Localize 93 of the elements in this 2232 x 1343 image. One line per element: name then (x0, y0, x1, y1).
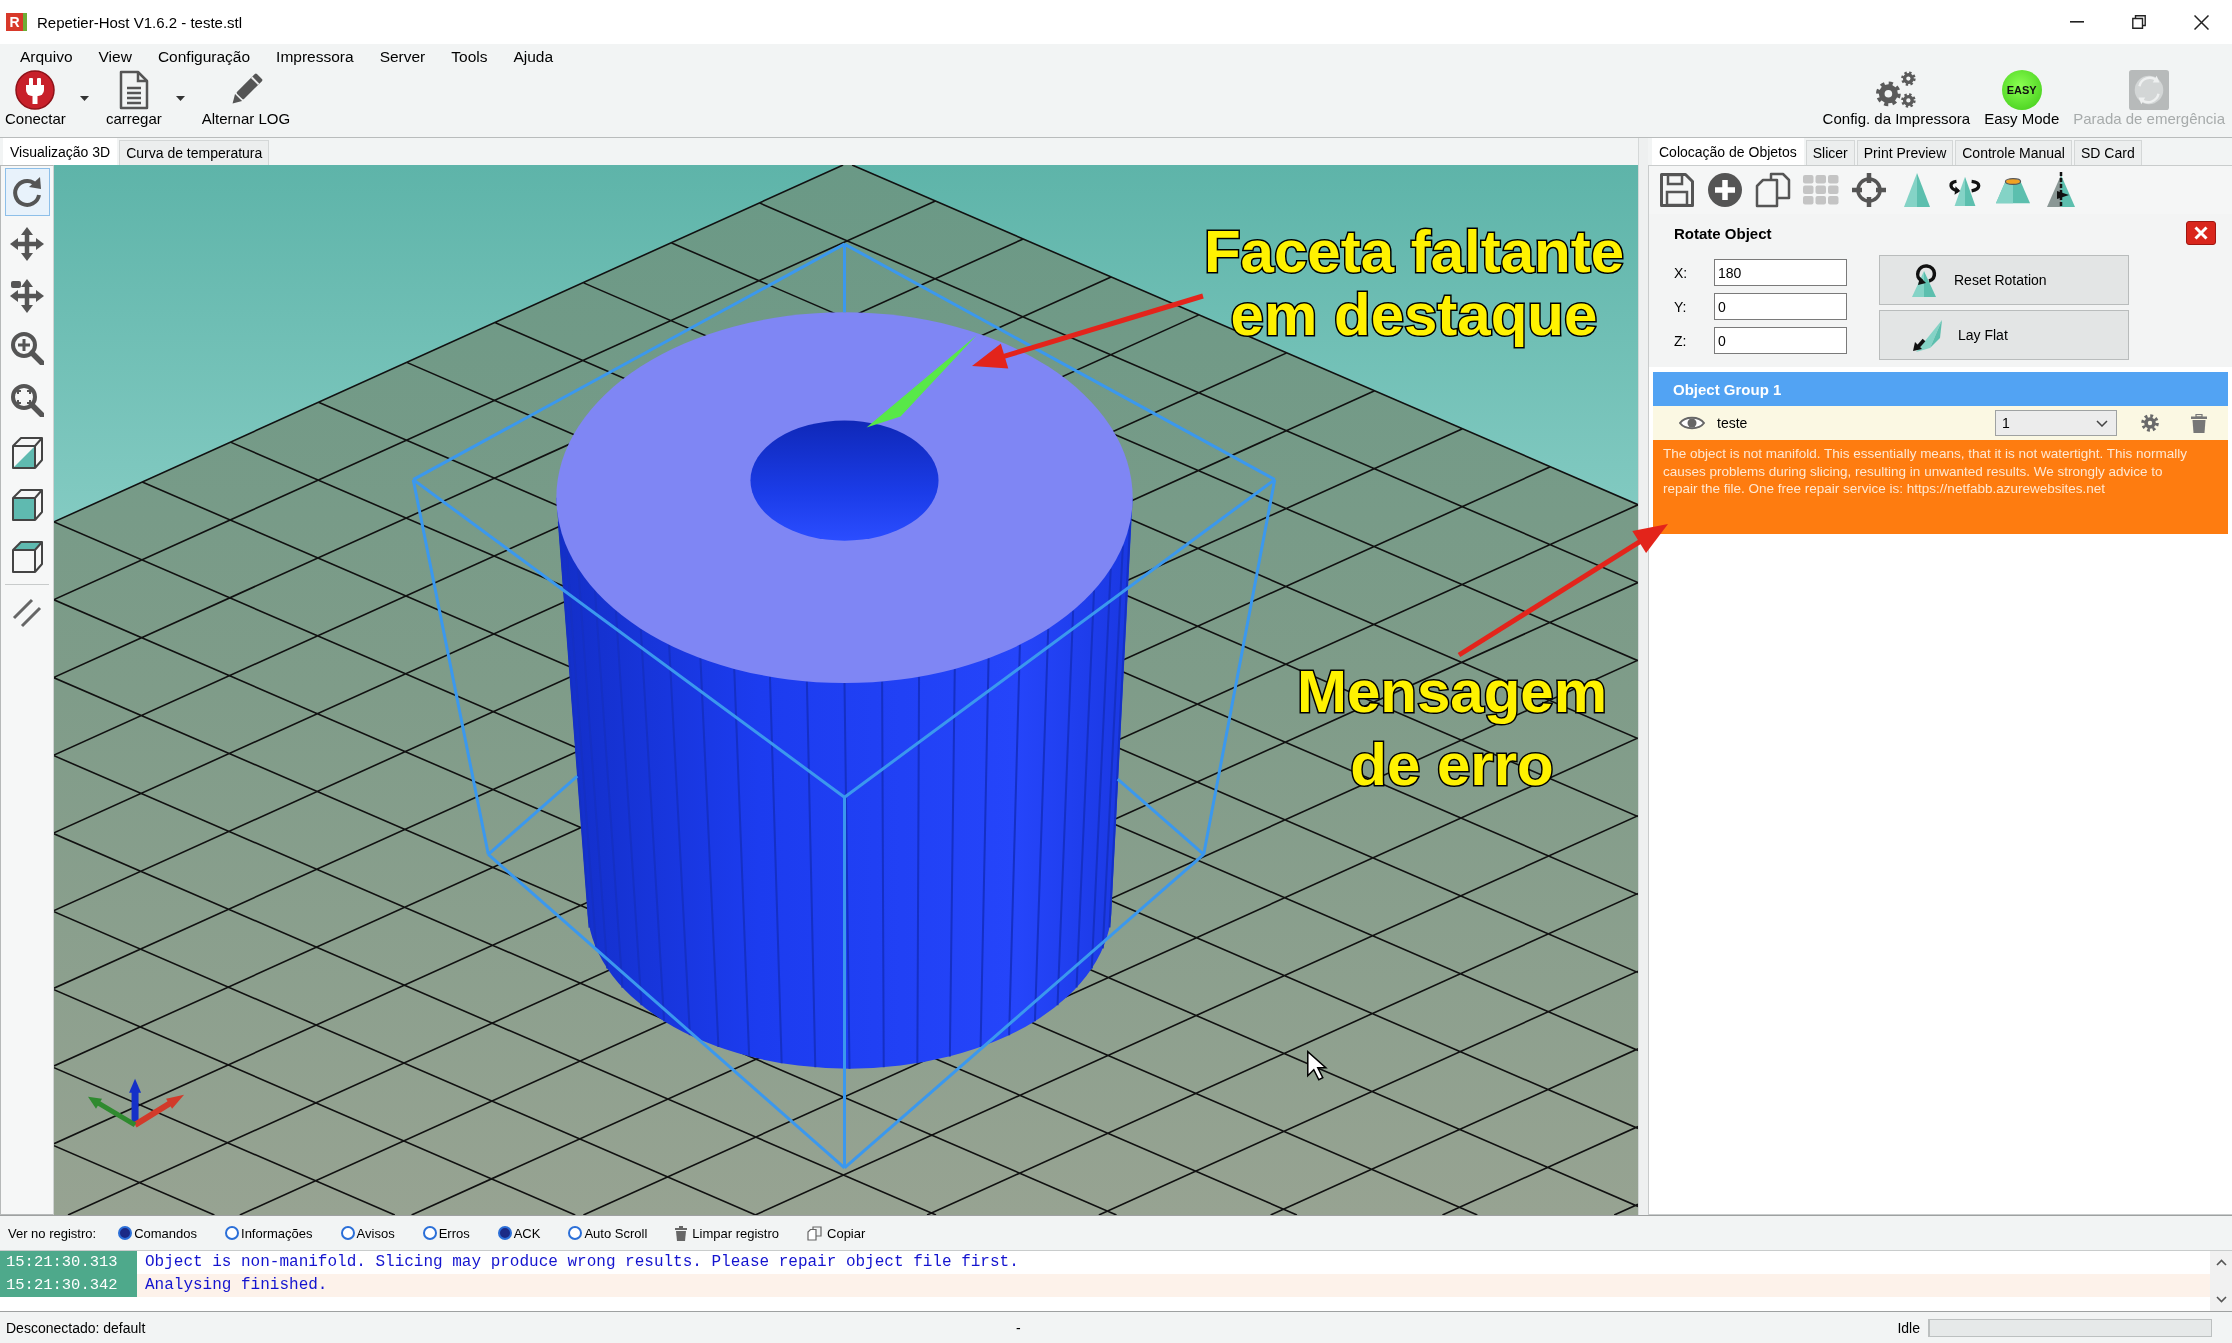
log-filter-option[interactable]: Informações (225, 1225, 313, 1241)
copy-icon (1755, 172, 1791, 208)
object-row[interactable]: teste 1 (1653, 406, 2228, 440)
callout-text: Faceta faltante em destaque (1203, 218, 1625, 348)
log-message: Object is non-manifold. Slicing may produce wrong results. Please repair object file first. (144, 1252, 1020, 1273)
close-icon (2194, 226, 2208, 240)
tab[interactable]: Curva de temperatura (119, 140, 270, 165)
cursor-icon (1307, 1050, 1328, 1081)
mirror-icon (2045, 172, 2077, 208)
easy-mode-button[interactable]: EASY Easy Mode (1977, 70, 2067, 128)
log-message: Analysing finished. (137, 1274, 2210, 1297)
settings-icon[interactable] (2141, 414, 2159, 432)
zoom-in-icon (10, 331, 44, 365)
axes-icon (88, 1078, 185, 1128)
rotate-icon (10, 175, 44, 209)
window-title: Repetier-Host V1.6.2 - teste.stl (37, 13, 243, 31)
move-object-icon (10, 279, 44, 313)
emergency-stop-icon (2127, 70, 2172, 110)
error-message: The object is not manifold. This essentially means, that it is not watertight. This normally causes problems during slicing, resulting in unwanted results. We strongly advice to repair the file. One free repair service is: https://netfabb.azurewebsites.net (1653, 440, 2228, 534)
axis-label: Z: (1674, 332, 1688, 349)
app-logo: R (6, 13, 27, 31)
scroll-up-icon[interactable] (2215, 1259, 2227, 1266)
cube-front-icon (10, 487, 44, 521)
clear-log-button[interactable]: Limpar registro (675, 1225, 779, 1241)
menu-item[interactable]: Impressora (263, 46, 367, 68)
scroll-down-icon[interactable] (2215, 1296, 2227, 1303)
zoom-fit-icon (10, 383, 44, 417)
rotation-input-field[interactable]: 0 (1714, 293, 1847, 320)
copy-icon (807, 1225, 822, 1241)
save-icon (1659, 172, 1695, 208)
job-status: - (1016, 1319, 1022, 1336)
object-name: teste (1717, 415, 1749, 431)
tab[interactable]: Print Preview (1856, 140, 1954, 165)
log-filter-label: Ver no registro: (8, 1225, 97, 1241)
menu-item[interactable]: Ajuda (500, 46, 567, 68)
add-object-button[interactable] (1707, 170, 1743, 210)
cube-top-icon (10, 539, 44, 573)
tab[interactable]: Colocação de Objetos (1652, 138, 1804, 165)
log-timestamp: 15:21:30.313 (0, 1251, 137, 1274)
trash-icon[interactable] (2191, 413, 2207, 433)
grid-icon (1803, 175, 1839, 205)
close-panel-button[interactable] (2186, 221, 2216, 245)
tab[interactable]: Slicer (1805, 140, 1855, 165)
save-button[interactable] (1659, 170, 1695, 210)
rotation-input-field[interactable]: 180 (1714, 259, 1847, 286)
copies-dropdown[interactable]: 1 (1995, 410, 2117, 436)
restore-icon (2132, 15, 2146, 29)
power-plug-icon (15, 70, 56, 110)
tab[interactable]: Visualização 3D (3, 138, 118, 165)
toggle-log-button[interactable]: Alternar LOG (196, 70, 293, 128)
printer-settings-button[interactable]: Config. da Impressora (1815, 70, 1978, 128)
easy-mode-badge: EASY (2001, 70, 2042, 110)
reset-rotation-button[interactable]: Reset Rotation (1879, 255, 2129, 305)
chevron-down-icon (2096, 419, 2108, 427)
menu-item[interactable]: Configuração (144, 46, 264, 68)
log-filter-option[interactable]: Avisos (340, 1225, 395, 1241)
rotate-view-button[interactable] (4, 168, 50, 216)
tilted-pyramid-icon (1910, 318, 1944, 352)
parallel-lines-icon (12, 598, 42, 628)
cube-diagonal-icon (10, 435, 44, 469)
log-filter-option[interactable]: Comandos (118, 1225, 198, 1241)
crosshair-icon (1851, 172, 1887, 208)
center-object-button[interactable] (1851, 170, 1887, 210)
log-filter-option[interactable]: ACK (497, 1225, 541, 1241)
eye-icon[interactable] (1679, 415, 1705, 431)
pyramid-icon (1903, 172, 1931, 208)
axis-label: Y: (1674, 298, 1688, 315)
copy-object-button[interactable] (1755, 170, 1791, 210)
log-filter-option[interactable]: Auto Scroll (568, 1225, 648, 1241)
menu-item[interactable]: Arquivo (7, 46, 86, 68)
tab[interactable]: SD Card (2074, 140, 2142, 165)
menu-item[interactable]: View (85, 46, 145, 68)
menu-item[interactable]: Server (366, 46, 439, 68)
connection-status: Desconectado: default (6, 1319, 147, 1336)
log-timestamp: 15:21:30.342 (0, 1274, 137, 1297)
plus-circle-icon (1707, 172, 1743, 208)
printer-state: Idle (1897, 1319, 1920, 1336)
lay-flat-button[interactable]: Lay Flat (1879, 310, 2129, 360)
minimize-icon (2070, 21, 2084, 23)
close-icon (2193, 14, 2209, 30)
copy-log-button[interactable]: Copiar (807, 1225, 866, 1241)
log-filter-option[interactable]: Erros (422, 1225, 470, 1241)
frustum-icon (1995, 175, 2031, 205)
move-arrows-icon (10, 227, 44, 261)
trash-icon (675, 1225, 688, 1241)
tab[interactable]: Controle Manual (1955, 140, 2072, 165)
rotation-input-field[interactable]: 0 (1714, 327, 1847, 354)
connect-button[interactable]: Conectar (0, 70, 101, 128)
axis-label: X: (1674, 264, 1689, 281)
panel-title: Rotate Object (1674, 224, 1772, 242)
document-icon (117, 70, 150, 110)
load-button[interactable]: carregar (100, 70, 197, 128)
menu-item[interactable]: Tools (438, 46, 501, 68)
